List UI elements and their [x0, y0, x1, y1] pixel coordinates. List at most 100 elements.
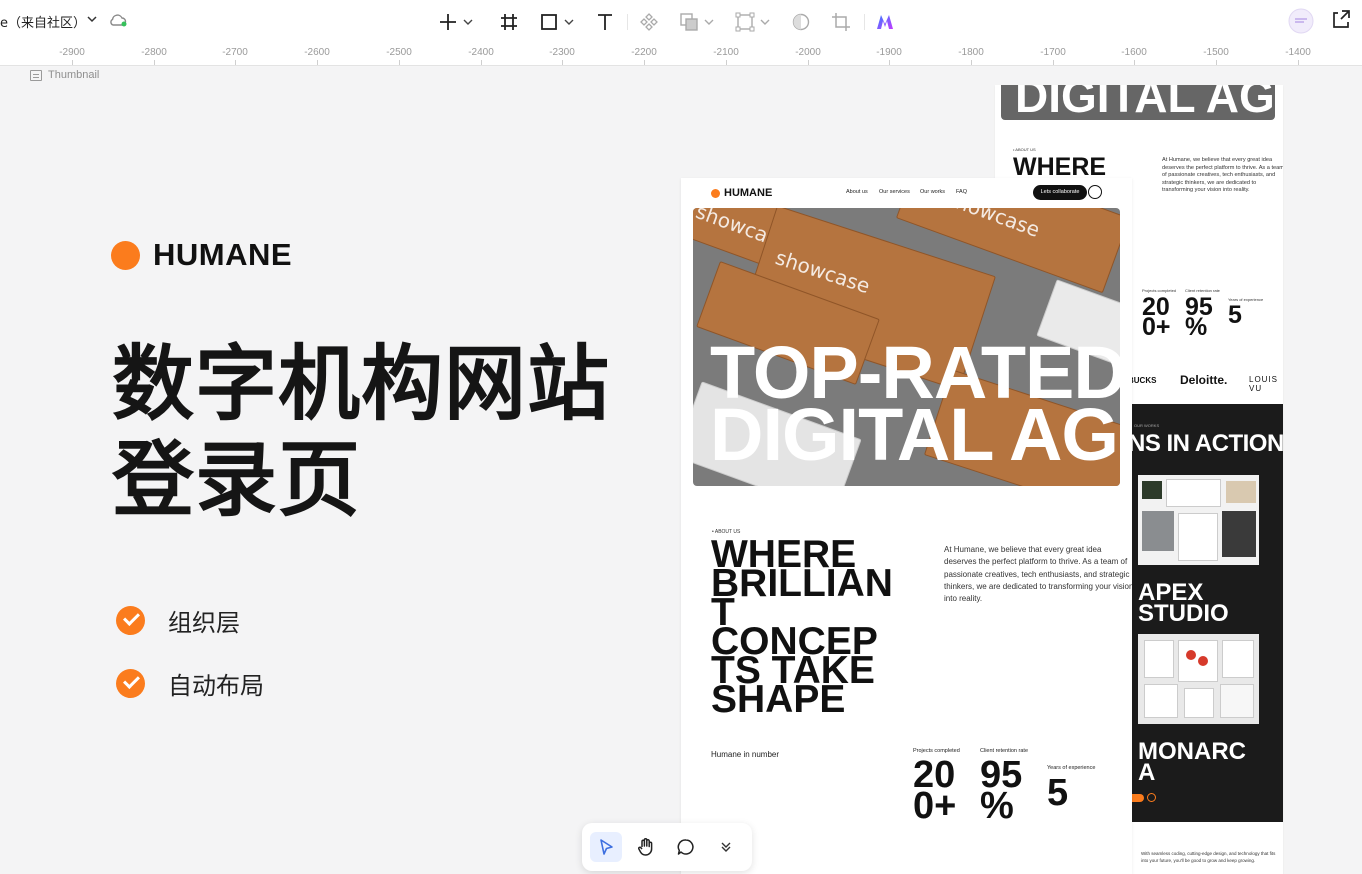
ruler-tick-mark	[317, 60, 318, 65]
ruler-tick-label: -2500	[386, 47, 412, 58]
frame-icon	[501, 14, 517, 30]
client-logo: Deloitte.	[1180, 373, 1228, 387]
frame-label[interactable]: Thumbnail	[30, 69, 99, 81]
headline-line: 登录页	[112, 433, 362, 528]
check-icon	[116, 669, 145, 698]
ruler-tick-label: -2100	[713, 47, 739, 58]
ruler-tick-mark	[481, 60, 482, 65]
chevron-down-icon	[564, 19, 574, 25]
horizontal-ruler: -2900 -2800 -2700 -2600 -2500 -2400 -2300 -2200…	[0, 44, 1362, 66]
ruler-tick-label: -2400	[468, 47, 494, 58]
box-label: showcase	[943, 208, 1044, 242]
comment-icon	[677, 839, 694, 855]
toolbar-divider	[627, 14, 628, 30]
vector-path-icon	[735, 12, 755, 32]
brand-dot-icon	[111, 240, 140, 270]
stat-value: 20 0+	[1142, 295, 1171, 341]
nav-link: About us	[846, 189, 868, 195]
add-tool-button[interactable]	[438, 9, 474, 35]
stat-value: 95 %	[1185, 295, 1213, 340]
about-heading: WHERE BRILLIAN T CONCEP TS TAKE SHAPE	[711, 535, 893, 719]
ruler-tick-label: -2300	[549, 47, 575, 58]
work-thumbnail	[1138, 475, 1259, 565]
rectangle-icon	[541, 14, 557, 30]
collaborate-button: Lets collaborate	[1033, 185, 1087, 200]
hero-heading: TOP-RATED DIGITAL AG	[710, 336, 1120, 476]
stat-value-line: 5	[1228, 301, 1242, 329]
cover-headline: 数字机构网站 登录页	[112, 337, 610, 529]
ai-logo-icon	[877, 15, 893, 29]
stat-value-line: 5	[1047, 772, 1069, 814]
comment-tool-button[interactable]	[670, 832, 702, 862]
component-icon	[640, 13, 658, 31]
ruler-tick-label: -1800	[958, 47, 984, 58]
ruler-tick-mark	[726, 60, 727, 65]
feature-label: 组织层	[168, 609, 240, 637]
hand-icon	[638, 838, 653, 856]
ruler-tick-mark	[562, 60, 563, 65]
ruler-tick-label: -2800	[141, 47, 167, 58]
footer-text: With seamless coding, cutting-edge desig…	[1141, 851, 1276, 863]
plus-icon	[440, 14, 456, 30]
user-avatar[interactable]	[1288, 8, 1316, 36]
stat-value: 20 0+	[913, 756, 957, 827]
works-section: OUR WORKS NS IN ACTION APEX STUDIO MONAR…	[1128, 404, 1283, 822]
chevron-down-icon	[704, 19, 714, 25]
ruler-tick-mark	[154, 60, 155, 65]
mockup-front-page: HUMANE About us Our services Our works F…	[681, 178, 1132, 874]
boolean-tool-button[interactable]	[679, 9, 715, 35]
vector-tool-button[interactable]	[735, 9, 771, 35]
client-logo: LOUIS VU	[1249, 375, 1279, 393]
share-button[interactable]	[1330, 8, 1358, 36]
ruler-tick-label: -1900	[876, 47, 902, 58]
frame-list-icon	[30, 69, 42, 81]
ruler-tick-label: -2900	[59, 47, 85, 58]
chevron-down-icon	[463, 19, 473, 25]
brand-logo: HUMANE	[111, 237, 292, 273]
nav-link: Our works	[920, 189, 946, 195]
ruler-tick-mark	[1053, 60, 1054, 65]
crop-tool-button[interactable]	[831, 9, 851, 35]
stat-value: 5	[1228, 301, 1242, 329]
about-tag: • ABOUT US	[1013, 147, 1036, 152]
design-canvas[interactable]: Thumbnail HUMANE 数字机构网站 登录页 组织层 自动布局 DIG…	[0, 67, 1362, 874]
nav-link: FAQ	[956, 189, 968, 195]
feature-item: 组织层	[116, 603, 240, 638]
arrow-circle-icon	[1147, 793, 1156, 802]
works-tag: OUR WORKS	[1134, 423, 1160, 428]
mockup-hero-text: DIGITAL AG	[1015, 85, 1275, 120]
ruler-tick-mark	[808, 60, 809, 65]
stat-value: 95 %	[980, 756, 1022, 825]
document-title[interactable]: e（来自社区）	[0, 12, 86, 31]
works-heading: NS IN ACTION	[1128, 430, 1283, 457]
top-toolbar: e（来自社区）	[0, 0, 1362, 44]
stat-value-line: 0+	[1142, 313, 1171, 341]
ruler-tick-label: -2700	[222, 47, 248, 58]
app-window: e（来自社区） -2900 -2800 -2700 -2600 -2500 -2…	[0, 0, 1362, 874]
hand-tool-button[interactable]	[630, 832, 662, 862]
brand-name: HUMANE	[153, 237, 293, 272]
ruler-tick-label: -2000	[795, 47, 821, 58]
feature-label: 自动布局	[168, 672, 264, 700]
ruler-tick-label: -1500	[1203, 47, 1229, 58]
frame-tool-button[interactable]	[499, 9, 519, 35]
work-title: MONARC A	[1138, 740, 1246, 785]
hero-heading-line: DIGITAL AG	[710, 393, 1119, 476]
ruler-tick-label: -2200	[631, 47, 657, 58]
frame-label-text: Thumbnail	[48, 69, 100, 81]
mail-icon	[1088, 185, 1102, 199]
ruler-tick-mark	[235, 60, 236, 65]
ai-tool-button[interactable]	[875, 9, 895, 35]
more-tools-button[interactable]	[712, 832, 740, 862]
headline-line: 数字机构网站	[112, 337, 611, 432]
boolean-icon	[680, 13, 698, 31]
cursor-arrow-icon	[600, 839, 613, 855]
shape-tool-button[interactable]	[539, 9, 575, 35]
text-tool-button[interactable]	[595, 9, 615, 35]
select-tool-button[interactable]	[590, 832, 622, 862]
stat-value-line: 0+	[913, 785, 957, 827]
mask-tool-button[interactable]	[791, 9, 811, 35]
cloud-sync-icon[interactable]	[108, 12, 128, 28]
chevron-down-icon[interactable]	[86, 13, 98, 25]
component-tool-button[interactable]	[639, 9, 659, 35]
